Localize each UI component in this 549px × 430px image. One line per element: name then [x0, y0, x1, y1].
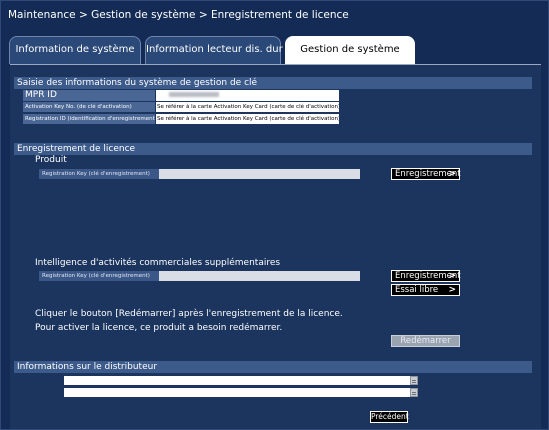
distributor-field-1[interactable]	[64, 376, 412, 385]
restart-instruction-line1: Cliquer le bouton [Redémarrer] après l'e…	[35, 309, 343, 319]
product-register-button[interactable]: Enregistrement >	[391, 168, 461, 180]
license-section-title: Enregistrement de licence	[14, 143, 532, 155]
distributor-section-title: Informations sur le distributeur	[14, 361, 532, 373]
chevron-right-icon: >	[448, 271, 456, 281]
tab-hard-disk-information[interactable]: Information lecteur dis. dur	[145, 36, 283, 64]
breadcrumb: Maintenance > Gestion de système > Enreg…	[8, 9, 349, 21]
restart-instruction-line2: Pour activer la licence, ce produit a be…	[35, 323, 283, 333]
window-frame: Maintenance > Gestion de système > Enreg…	[0, 0, 549, 430]
key-info-section-title: Saisie des informations du système de ge…	[14, 77, 532, 89]
product-registration-key-label: Registration Key (clé d'enregistrement)	[39, 169, 159, 179]
distributor-field-2[interactable]	[64, 388, 412, 397]
restart-button[interactable]: Redémarrer	[391, 335, 460, 347]
registration-id-value: Se référer à la carte Activation Key Car…	[156, 114, 339, 124]
activation-key-value: Se référer à la carte Activation Key Car…	[156, 102, 339, 112]
back-button[interactable]: Précédent	[370, 411, 409, 423]
bi-registration-key-input[interactable]	[159, 271, 360, 281]
bi-registration-key-label: Registration Key (clé d'enregistrement)	[39, 271, 159, 281]
mpr-id-blurred-value	[169, 92, 219, 97]
tab-system-management[interactable]: Gestion de système	[285, 36, 415, 66]
resize-handle-icon[interactable]	[410, 388, 418, 397]
free-trial-button[interactable]: Essai libre >	[391, 284, 460, 296]
mpr-id-value	[156, 90, 339, 101]
chevron-right-icon: >	[448, 285, 456, 295]
product-label: Produit	[35, 155, 67, 165]
registration-id-label: Registration ID (identification d'enregi…	[23, 114, 155, 124]
resize-handle-icon[interactable]	[410, 376, 418, 385]
activation-key-label: Activation Key No. (de clé d'activation)	[23, 102, 155, 112]
product-registration-key-input[interactable]	[159, 169, 360, 179]
tab-system-information[interactable]: Information de système	[9, 36, 141, 64]
mpr-id-label: MPR ID	[23, 90, 155, 101]
content-panel: Saisie des informations du système de ge…	[10, 64, 541, 429]
free-trial-label: Essai libre	[395, 285, 439, 295]
bi-register-button[interactable]: Enregistrement >	[391, 270, 461, 282]
business-intelligence-label: Intelligence d'activités commerciales su…	[35, 258, 281, 268]
chevron-right-icon: >	[448, 169, 456, 179]
